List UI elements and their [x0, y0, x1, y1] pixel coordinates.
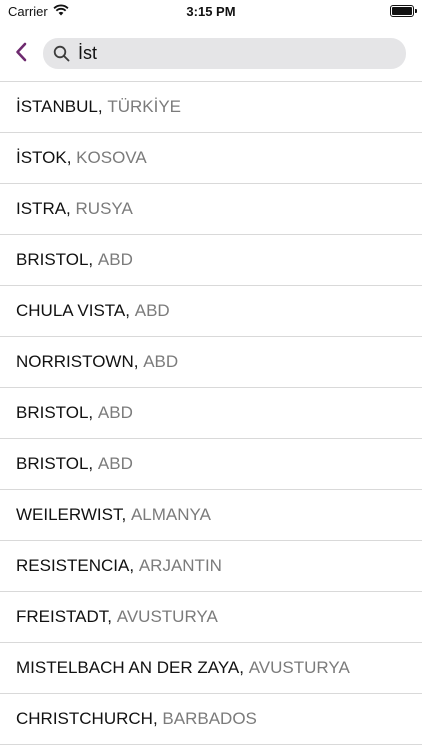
result-city: RESISTENCIA, [16, 556, 135, 575]
search-input[interactable] [78, 43, 378, 64]
result-city: BRISTOL, [16, 403, 94, 422]
result-city: MISTELBACH AN DER ZAYA, [16, 658, 244, 677]
result-city: İSTOK, [16, 148, 72, 167]
results-list: İSTANBUL, TÜRKİYE İSTOK, KOSOVA ISTRA, RUS… [0, 82, 422, 745]
result-city: FREISTADT, [16, 607, 113, 626]
result-city: BRISTOL, [16, 454, 94, 473]
result-city: CHULA VISTA, [16, 301, 130, 320]
result-item[interactable]: WEILERWIST, ALMANYA [0, 490, 422, 541]
result-item[interactable]: MISTELBACH AN DER ZAYA, AVUSTURYA [0, 643, 422, 694]
result-city: WEILERWIST, [16, 505, 127, 524]
result-item[interactable]: ISTRA, RUSYA [0, 184, 422, 235]
result-country: TÜRKİYE [107, 97, 182, 116]
result-country: ABD [97, 454, 133, 473]
chevron-left-icon [16, 42, 27, 62]
status-time: 3:15 PM [186, 4, 236, 19]
result-item[interactable]: İSTANBUL, TÜRKİYE [0, 82, 422, 133]
result-country: ARJANTIN [138, 556, 222, 575]
status-bar: Carrier 3:15 PM [0, 0, 422, 24]
result-city: İSTANBUL, [16, 97, 103, 116]
battery-icon [390, 5, 417, 17]
result-item[interactable]: BRISTOL, ABD [0, 235, 422, 286]
result-country: AVUSTURYA [116, 607, 218, 626]
result-item[interactable]: İSTOK, KOSOVA [0, 133, 422, 184]
result-item[interactable]: NORRISTOWN, ABD [0, 337, 422, 388]
result-country: BARBADOS [162, 709, 257, 728]
result-country: ALMANYA [130, 505, 211, 524]
result-country: AVUSTURYA [248, 658, 350, 677]
result-item[interactable]: BRISTOL, ABD [0, 388, 422, 439]
result-item[interactable]: FREISTADT, AVUSTURYA [0, 592, 422, 643]
search-bar[interactable] [43, 38, 406, 69]
result-city: ISTRA, [16, 199, 71, 218]
result-city: NORRISTOWN, [16, 352, 139, 371]
result-country: KOSOVA [76, 148, 147, 167]
result-country: ABD [134, 301, 170, 320]
search-icon [52, 45, 70, 63]
result-country: ABD [97, 250, 133, 269]
result-item[interactable]: RESISTENCIA, ARJANTIN [0, 541, 422, 592]
result-item[interactable]: CHRISTCHURCH, BARBADOS [0, 694, 422, 745]
result-country: RUSYA [75, 199, 133, 218]
back-button[interactable] [8, 36, 34, 68]
result-country: ABD [143, 352, 179, 371]
result-item[interactable]: BRISTOL, ABD [0, 439, 422, 490]
result-city: CHRISTCHURCH, [16, 709, 158, 728]
result-country: ABD [97, 403, 133, 422]
search-header [0, 24, 422, 82]
result-city: BRISTOL, [16, 250, 94, 269]
result-item[interactable]: CHULA VISTA, ABD [0, 286, 422, 337]
